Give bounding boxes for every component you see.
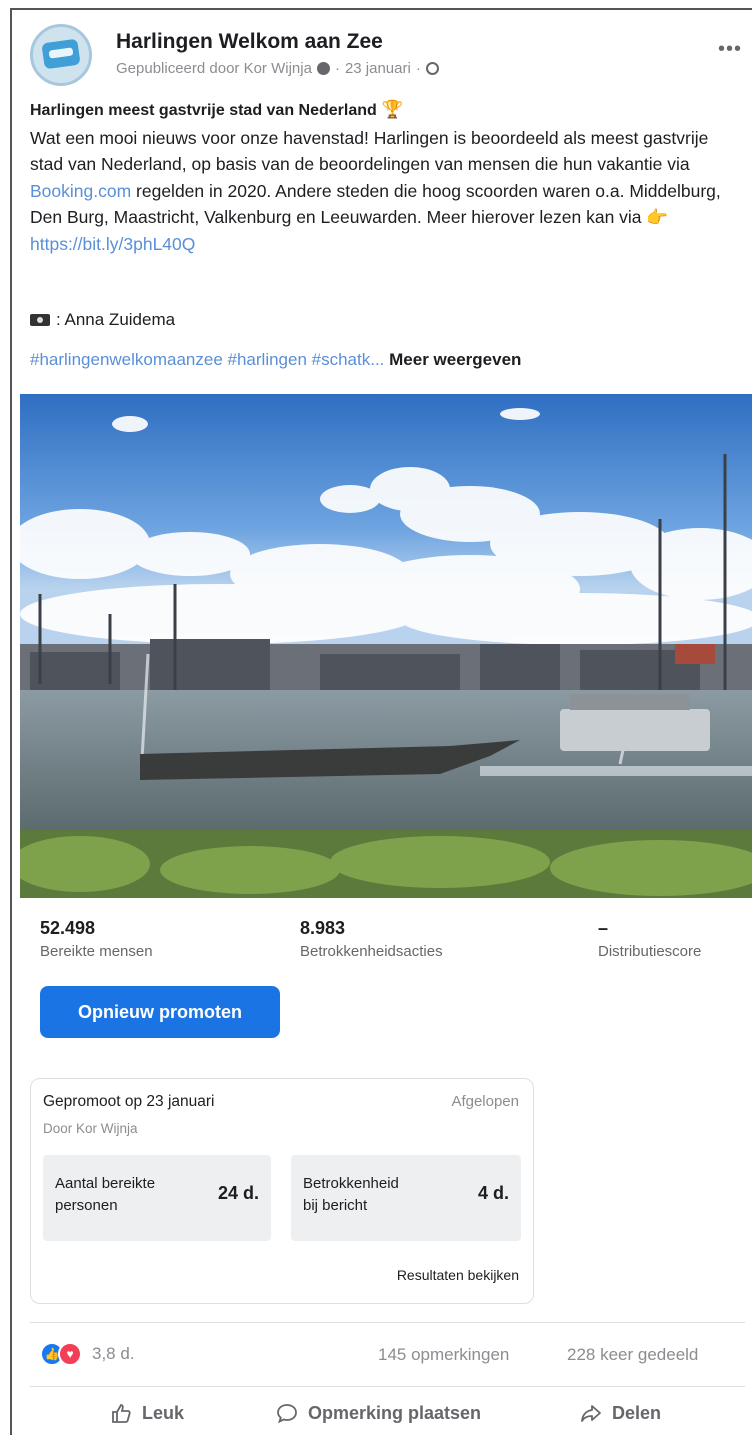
metric-engagement-value: 4 d.: [477, 1183, 509, 1203]
comment-icon: [276, 1402, 298, 1424]
share-button[interactable]: Delen: [580, 1402, 661, 1424]
stat-distribution: – Distributiescore: [598, 918, 701, 960]
share-icon: [580, 1402, 602, 1424]
promotion-card: Gepromoot op 23 januari Afgelopen Door K…: [30, 1078, 534, 1304]
hashtag-links[interactable]: #harlingenwelkomaanzee #harlingen #schat…: [30, 350, 384, 369]
page-name[interactable]: Harlingen Welkom aan Zee: [116, 30, 383, 54]
metric-engagement-box: Betrokkenheid bij bericht 4 d.: [291, 1155, 521, 1241]
promotion-status: Afgelopen: [451, 1093, 519, 1110]
stat-engagement: 8.983 Betrokkenheidsacties: [300, 918, 443, 960]
metric-reach-label-line1: Aantal bereikte: [55, 1175, 156, 1192]
metric-reach-value: 24 d.: [217, 1183, 259, 1203]
metric-reach-label-line2: personen: [55, 1197, 118, 1214]
post-title: Harlingen meest gastvrije stad van Neder…: [30, 102, 377, 119]
pointing-hand-icon: 👉: [646, 207, 669, 227]
post-text: Harlingen meest gastvrije stad van Neder…: [30, 96, 745, 257]
globe-icon: [425, 62, 439, 75]
stat-reach: 52.498 Bereikte mensen: [40, 918, 153, 960]
divider: [30, 1386, 745, 1387]
post-photo[interactable]: [20, 394, 752, 898]
metric-reach-label: Aantal bereikte personen: [55, 1173, 155, 1217]
engagement-value: 8.983: [300, 918, 346, 938]
post-date[interactable]: 23 januari: [345, 60, 411, 77]
metric-engagement-label: Betrokkenheid bij bericht: [303, 1173, 399, 1217]
publisher-info-icon[interactable]: [316, 62, 330, 75]
post-header: Harlingen Welkom aan Zee Gepubliceerd do…: [30, 20, 742, 90]
divider: [30, 1322, 745, 1323]
distribution-value: –: [598, 918, 609, 938]
promote-again-button[interactable]: Opnieuw promoten: [40, 986, 280, 1038]
camera-icon: [30, 314, 50, 326]
reach-label: Bereikte mensen: [40, 943, 153, 960]
ellipsis-icon[interactable]: •••: [718, 38, 742, 61]
thumbs-up-icon: [110, 1402, 132, 1424]
metric-engagement-label-line2: bij bericht: [303, 1197, 368, 1214]
harbor-photo-illustration: [20, 394, 752, 898]
comment-button[interactable]: Opmerking plaatsen: [276, 1402, 481, 1424]
trophy-icon: 🏆: [381, 99, 404, 119]
view-results-link[interactable]: Resultaten bekijken: [397, 1267, 519, 1283]
booking-link[interactable]: Booking.com: [30, 181, 131, 201]
like-button[interactable]: Leuk: [110, 1402, 184, 1424]
love-reaction-icon: ♥: [58, 1342, 82, 1366]
shares-count[interactable]: 228 keer gedeeld: [567, 1345, 698, 1365]
separator: ·: [334, 60, 340, 77]
reach-value: 52.498: [40, 918, 96, 938]
separator: ·: [415, 60, 421, 77]
reaction-count: 3,8 d.: [92, 1344, 135, 1363]
metric-reach-box: Aantal bereikte personen 24 d.: [43, 1155, 271, 1241]
page-avatar[interactable]: [30, 24, 92, 86]
post-meta: Gepubliceerd door Kor Wijnja · 23 januar…: [116, 60, 439, 77]
reactions-summary[interactable]: 👍 ♥ 3,8 d.: [40, 1342, 135, 1366]
comments-count[interactable]: 145 opmerkingen: [378, 1345, 509, 1365]
engagement-label: Betrokkenheidsacties: [300, 943, 443, 960]
promotion-by: Door Kor Wijnja: [43, 1121, 138, 1136]
post-body-2: regelden in 2020. Andere steden die hoog…: [30, 180, 721, 228]
share-label: Delen: [612, 1402, 662, 1423]
hashtags: #harlingenwelkomaanzee #harlingen #schat…: [30, 350, 521, 370]
see-more-link[interactable]: Meer weergeven: [389, 350, 521, 369]
url-link[interactable]: https://bit.ly/3phL40Q: [30, 234, 195, 254]
comment-label: Opmerking plaatsen: [308, 1402, 482, 1423]
photo-credit: : Anna Zuidema: [30, 310, 175, 330]
distribution-label: Distributiescore: [598, 943, 702, 960]
promotion-title: Gepromoot op 23 januari: [43, 1093, 215, 1110]
photo-credit-text: : Anna Zuidema: [56, 310, 176, 329]
publisher-text: Gepubliceerd door Kor Wijnja: [116, 60, 312, 77]
post-body-1: Wat een mooi nieuws voor onze havenstad!…: [30, 127, 709, 175]
metric-engagement-label-line1: Betrokkenheid: [303, 1175, 399, 1192]
like-label: Leuk: [142, 1402, 185, 1423]
